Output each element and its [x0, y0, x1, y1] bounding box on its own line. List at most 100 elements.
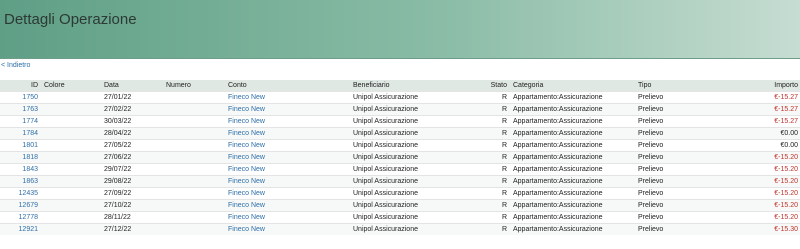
table-row[interactable]: 12679 27/10/22 Fineco New Unipol Assicurazi… — [0, 199, 800, 212]
cell-id[interactable]: 1750 — [0, 91, 42, 104]
cell-numero — [164, 223, 226, 235]
cell-conto[interactable]: Fineco New — [226, 211, 351, 224]
table-row[interactable]: 1818 27/06/22 Fineco New Unipol Assicurazio… — [0, 151, 800, 164]
table-row[interactable]: 1843 29/07/22 Fineco New Unipol Assicurazio… — [0, 163, 800, 176]
cell-numero — [164, 187, 226, 200]
column-header-data[interactable]: Data — [102, 80, 164, 92]
column-header-id[interactable]: ID — [0, 80, 42, 92]
cell-data: 27/06/22 — [102, 151, 164, 164]
cell-categoria: Appartamento:Assicurazione — [511, 103, 636, 116]
table-row[interactable]: 1863 29/08/22 Fineco New Unipol Assicurazio… — [0, 175, 800, 188]
cell-importo: €-15.20 — [731, 151, 800, 164]
cell-tipo: Prelievo — [636, 175, 731, 188]
page-title: Dettagli Operazione — [4, 11, 137, 28]
cell-importo: €-15.27 — [731, 103, 800, 116]
cell-tipo: Prelievo — [636, 199, 731, 212]
column-header-tipo[interactable]: Tipo — [636, 80, 731, 92]
table-row[interactable]: 12921 27/12/22 Fineco New Unipol Assicurazi… — [0, 223, 800, 235]
table-row[interactable]: 1774 30/03/22 Fineco New Unipol Assicurazio… — [0, 115, 800, 128]
cell-data: 28/11/22 — [102, 211, 164, 224]
cell-id[interactable]: 1818 — [0, 151, 42, 164]
column-header-numero[interactable]: Numero — [164, 80, 226, 92]
table-row[interactable]: 1784 28/04/22 Fineco New Unipol Assicurazio… — [0, 127, 800, 140]
cell-conto[interactable]: Fineco New — [226, 139, 351, 152]
cell-id[interactable]: 1774 — [0, 115, 42, 128]
table-row[interactable]: 1801 27/05/22 Fineco New Unipol Assicurazio… — [0, 139, 800, 152]
cell-conto[interactable]: Fineco New — [226, 151, 351, 164]
cell-id[interactable]: 1843 — [0, 163, 42, 176]
cell-tipo: Prelievo — [636, 91, 731, 104]
cell-numero — [164, 151, 226, 164]
cell-stato: R — [481, 91, 511, 104]
cell-conto[interactable]: Fineco New — [226, 103, 351, 116]
cell-id[interactable]: 12679 — [0, 199, 42, 212]
table-row[interactable]: 12435 27/09/22 Fineco New Unipol Assicurazi… — [0, 187, 800, 200]
cell-conto[interactable]: Fineco New — [226, 127, 351, 140]
cell-id[interactable]: 1763 — [0, 103, 42, 116]
cell-data: 27/09/22 — [102, 187, 164, 200]
cell-id[interactable]: 1784 — [0, 127, 42, 140]
cell-colore — [42, 115, 102, 128]
cell-categoria: Appartamento:Assicurazione — [511, 139, 636, 152]
cell-colore — [42, 211, 102, 224]
cell-importo: €-15.30 — [731, 223, 800, 235]
cell-data: 27/01/22 — [102, 91, 164, 104]
cell-beneficiario: Unipol Assicurazione — [351, 139, 481, 152]
cell-tipo: Prelievo — [636, 151, 731, 164]
cell-numero — [164, 115, 226, 128]
cell-id[interactable]: 12778 — [0, 211, 42, 224]
column-header-conto[interactable]: Conto — [226, 80, 351, 92]
column-header-importo[interactable]: Importo — [731, 80, 800, 92]
back-link[interactable]: < Indietro — [1, 62, 30, 69]
cell-id[interactable]: 12921 — [0, 223, 42, 235]
cell-conto[interactable]: Fineco New — [226, 115, 351, 128]
cell-stato: R — [481, 175, 511, 188]
cell-importo: €-15.20 — [731, 163, 800, 176]
cell-beneficiario: Unipol Assicurazione — [351, 115, 481, 128]
cell-importo: €-15.20 — [731, 175, 800, 188]
cell-id[interactable]: 12435 — [0, 187, 42, 200]
column-header-categoria[interactable]: Categoria — [511, 80, 636, 92]
cell-tipo: Prelievo — [636, 103, 731, 116]
cell-importo: €-15.20 — [731, 211, 800, 224]
cell-colore — [42, 139, 102, 152]
cell-conto[interactable]: Fineco New — [226, 91, 351, 104]
cell-stato: R — [481, 127, 511, 140]
cell-conto[interactable]: Fineco New — [226, 223, 351, 235]
cell-id[interactable]: 1801 — [0, 139, 42, 152]
cell-categoria: Appartamento:Assicurazione — [511, 163, 636, 176]
table-row[interactable]: 1763 27/02/22 Fineco New Unipol Assicurazio… — [0, 103, 800, 116]
cell-conto[interactable]: Fineco New — [226, 163, 351, 176]
cell-data: 29/08/22 — [102, 175, 164, 188]
cell-beneficiario: Unipol Assicurazione — [351, 103, 481, 116]
cell-tipo: Prelievo — [636, 211, 731, 224]
cell-beneficiario: Unipol Assicurazione — [351, 127, 481, 140]
cell-conto[interactable]: Fineco New — [226, 199, 351, 212]
column-header-beneficiario[interactable]: Beneficiario — [351, 80, 481, 92]
cell-tipo: Prelievo — [636, 115, 731, 128]
cell-colore — [42, 223, 102, 235]
cell-conto[interactable]: Fineco New — [226, 187, 351, 200]
cell-conto[interactable]: Fineco New — [226, 175, 351, 188]
cell-categoria: Appartamento:Assicurazione — [511, 175, 636, 188]
column-header-stato[interactable]: Stato — [481, 80, 511, 92]
cell-colore — [42, 163, 102, 176]
cell-stato: R — [481, 151, 511, 164]
cell-categoria: Appartamento:Assicurazione — [511, 187, 636, 200]
cell-numero — [164, 139, 226, 152]
cell-numero — [164, 127, 226, 140]
table-row[interactable]: 1750 27/01/22 Fineco New Unipol Assicurazio… — [0, 91, 800, 104]
cell-categoria: Appartamento:Assicurazione — [511, 199, 636, 212]
cell-categoria: Appartamento:Assicurazione — [511, 127, 636, 140]
cell-categoria: Appartamento:Assicurazione — [511, 91, 636, 104]
cell-id[interactable]: 1863 — [0, 175, 42, 188]
table-row[interactable]: 12778 28/11/22 Fineco New Unipol Assicurazi… — [0, 211, 800, 224]
cell-data: 27/10/22 — [102, 199, 164, 212]
cell-importo: €-15.27 — [731, 91, 800, 104]
cell-stato: R — [481, 139, 511, 152]
column-header-colore[interactable]: Colore — [42, 80, 102, 92]
cell-beneficiario: Unipol Assicurazione — [351, 187, 481, 200]
cell-tipo: Prelievo — [636, 223, 731, 235]
cell-importo: €-15.20 — [731, 187, 800, 200]
cell-beneficiario: Unipol Assicurazione — [351, 91, 481, 104]
